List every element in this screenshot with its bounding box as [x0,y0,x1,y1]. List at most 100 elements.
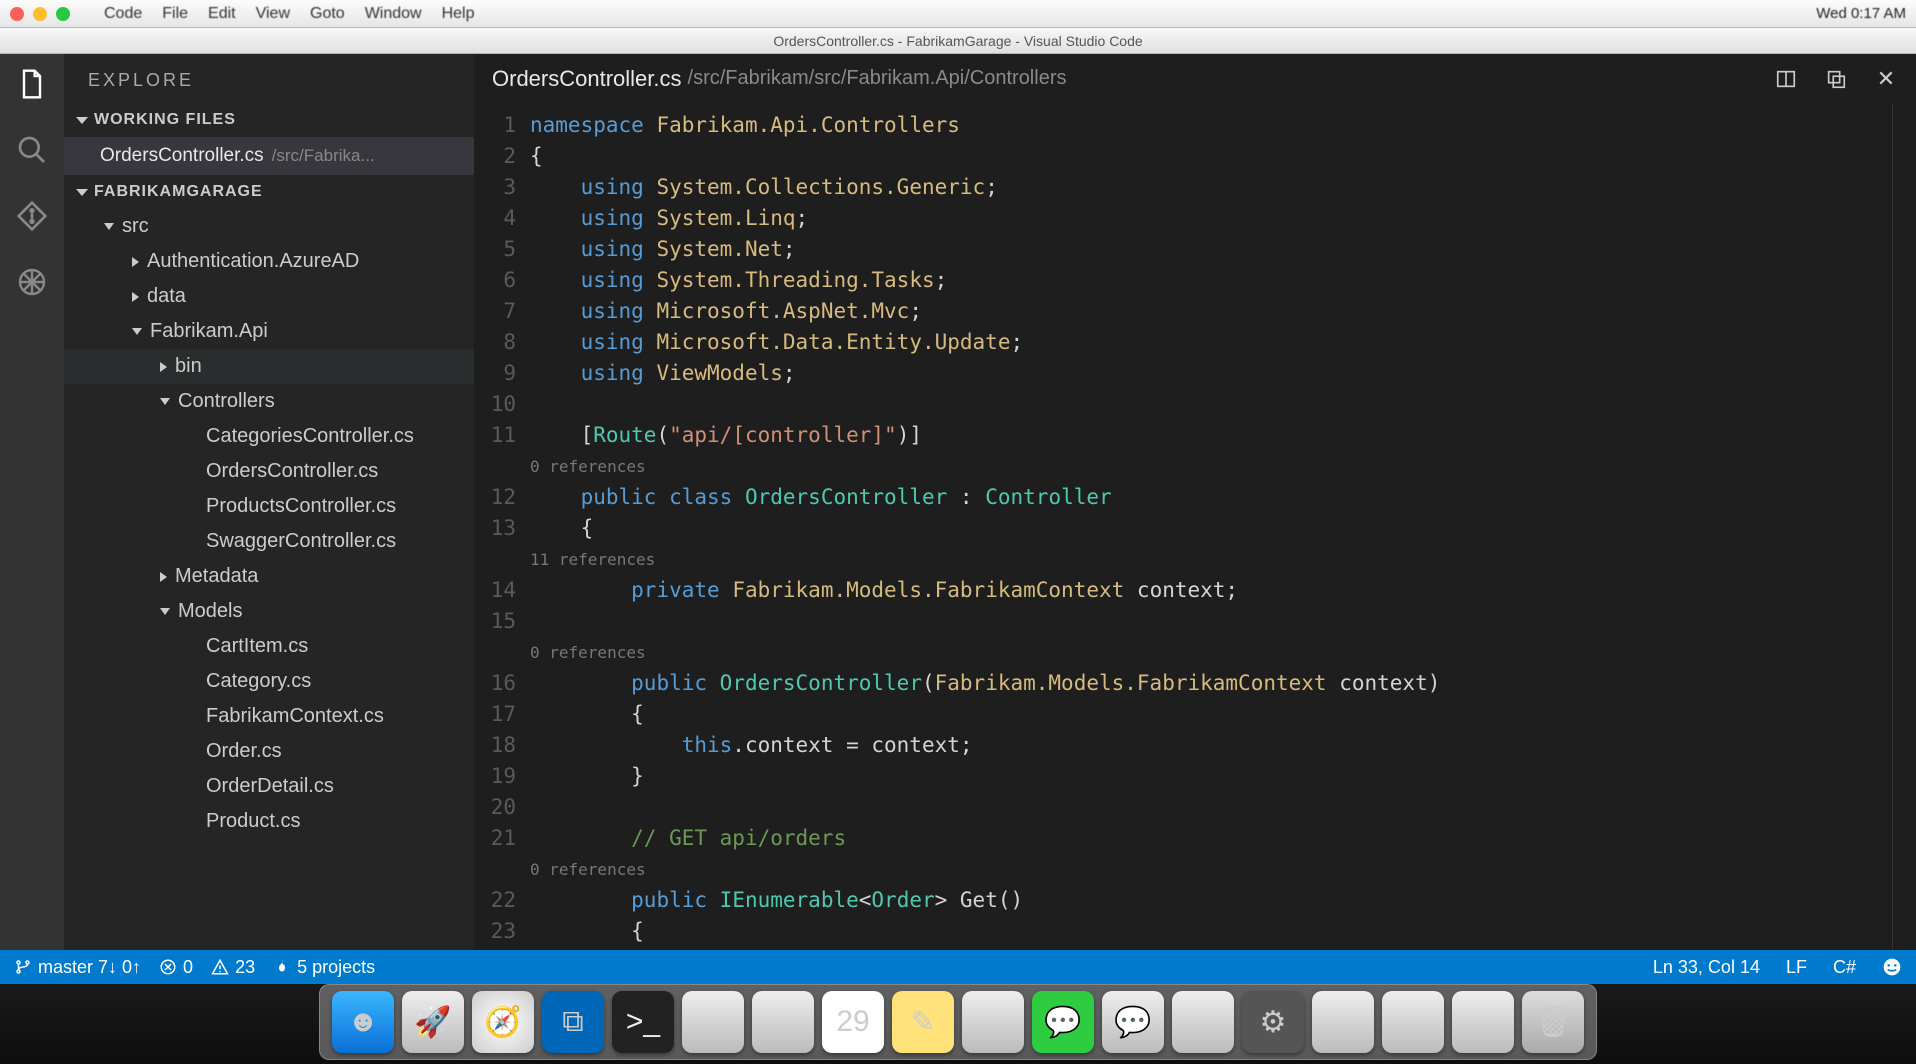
working-file-item[interactable]: OrdersController.cs /src/Fabrika... [64,137,474,175]
code-line[interactable]: public OrdersController(Fabrikam.Models.… [530,668,1567,699]
code-line[interactable]: // GET api/orders [530,823,1567,854]
file-item-orderdetail-cs[interactable]: OrderDetail.cs [64,769,474,804]
folder-item-authentication-azuread[interactable]: Authentication.AzureAD [64,244,474,279]
folder-item-fabrikam-api[interactable]: Fabrikam.Api [64,314,474,349]
code-line[interactable]: { [530,513,1567,544]
file-item-orderscontroller-cs[interactable]: OrdersController.cs [64,454,474,489]
dock-settings-icon[interactable]: ⚙ [1242,991,1304,1053]
cursor-position[interactable]: Ln 33, Col 14 [1653,957,1760,978]
app-titlebar: OrdersController.cs - FabrikamGarage - V… [0,28,1916,54]
mac-menu-edit[interactable]: Edit [198,5,246,23]
code-line[interactable]: using Microsoft.Data.Entity.Update; [530,327,1567,358]
dock-trash-icon[interactable]: 🗑 [1522,991,1584,1053]
dock-launchpad-icon[interactable]: 🚀 [402,991,464,1053]
folder-item-src[interactable]: src [64,209,474,244]
file-item-productscontroller-cs[interactable]: ProductsController.cs [64,489,474,524]
mac-menu-window[interactable]: Window [355,5,432,23]
code-line[interactable]: using System.Net; [530,234,1567,265]
code-editor[interactable]: 1234567891011 1213 1415 161718192021 222… [474,104,1916,950]
codelens[interactable]: 0 references [530,637,1567,668]
dock-terminal-icon[interactable]: >_ [612,991,674,1053]
code-line[interactable]: using System.Linq; [530,203,1567,234]
minimap[interactable] [1892,104,1916,950]
dock-app2-icon[interactable] [752,991,814,1053]
file-item-swaggercontroller-cs[interactable]: SwaggerController.cs [64,524,474,559]
dock-calendar-icon[interactable]: 29 [822,991,884,1053]
git-icon[interactable] [14,198,50,234]
folder-item-controllers[interactable]: Controllers [64,384,474,419]
code-line[interactable]: using Microsoft.AspNet.Mvc; [530,296,1567,327]
eol-indicator[interactable]: LF [1786,957,1807,978]
mac-menu-view[interactable]: View [246,5,300,23]
git-branch-status[interactable]: master 7↓ 0↑ [14,957,141,978]
warnings-status[interactable]: 23 [211,957,255,978]
code-line[interactable]: return this.context.Orders.Select(o => O… [530,947,1567,950]
code-line[interactable]: public IEnumerable<Order> Get() [530,885,1567,916]
language-indicator[interactable]: C# [1833,957,1856,978]
code-line[interactable]: using System.Collections.Generic; [530,172,1567,203]
code-line[interactable] [530,389,1567,420]
tree-item-label: CategoriesController.cs [206,425,414,448]
codelens[interactable]: 0 references [530,854,1567,885]
dock-messages-icon[interactable]: 💬 [1032,991,1094,1053]
folder-item-data[interactable]: data [64,279,474,314]
feedback-icon[interactable] [1882,957,1902,978]
mac-menu-code[interactable]: Code [94,5,152,23]
tree-item-label: Order.cs [206,740,282,763]
code-line[interactable] [530,792,1567,823]
file-item-order-cs[interactable]: Order.cs [64,734,474,769]
folder-item-bin[interactable]: bin [64,349,474,384]
dock-app1-icon[interactable] [682,991,744,1053]
dock-app7-icon[interactable] [1452,991,1514,1053]
file-item-cartitem-cs[interactable]: CartItem.cs [64,629,474,664]
code-line[interactable]: { [530,141,1567,172]
maximize-window-icon[interactable] [56,7,70,21]
more-actions-icon[interactable] [1824,67,1848,91]
dock-safari-icon[interactable]: 🧭 [472,991,534,1053]
code-line[interactable]: public class OrdersController : Controll… [530,482,1567,513]
code-line[interactable]: this.context = context; [530,730,1567,761]
code-line[interactable] [530,606,1567,637]
chevron-down-icon [132,328,142,335]
close-editor-icon[interactable]: ✕ [1874,67,1898,91]
debug-icon[interactable] [14,264,50,300]
file-item-fabrikamcontext-cs[interactable]: FabrikamContext.cs [64,699,474,734]
project-header[interactable]: FABRIKAMGARAGE [64,175,474,209]
minimize-window-icon[interactable] [33,7,47,21]
code-line[interactable]: using ViewModels; [530,358,1567,389]
close-window-icon[interactable] [10,7,24,21]
dock-messages2-icon[interactable]: 💬 [1102,991,1164,1053]
dock-app6-icon[interactable] [1382,991,1444,1053]
file-item-categoriescontroller-cs[interactable]: CategoriesController.cs [64,419,474,454]
code-line[interactable]: namespace Fabrikam.Api.Controllers [530,110,1567,141]
code-line[interactable]: { [530,916,1567,947]
codelens[interactable]: 0 references [530,451,1567,482]
file-item-category-cs[interactable]: Category.cs [64,664,474,699]
dock-finder-icon[interactable]: ☻ [332,991,394,1053]
activity-bar [0,54,64,950]
errors-status[interactable]: 0 [159,957,193,978]
codelens[interactable]: 11 references [530,544,1567,575]
code-line[interactable]: using System.Threading.Tasks; [530,265,1567,296]
dock-app5-icon[interactable] [1312,991,1374,1053]
dock-notes-icon[interactable]: ✎ [892,991,954,1053]
folder-item-models[interactable]: Models [64,594,474,629]
dock-vscode-icon[interactable]: ⧉ [542,991,604,1053]
dock-app4-icon[interactable] [1172,991,1234,1053]
code-line[interactable]: { [530,699,1567,730]
projects-status[interactable]: 5 projects [273,957,375,978]
mac-menu-help[interactable]: Help [432,5,485,23]
split-editor-icon[interactable] [1774,67,1798,91]
window-controls[interactable] [10,7,70,21]
code-line[interactable]: private Fabrikam.Models.FabrikamContext … [530,575,1567,606]
mac-menu-file[interactable]: File [152,5,198,23]
dock-app3-icon[interactable] [962,991,1024,1053]
code-line[interactable]: [Route("api/[controller]")] [530,420,1567,451]
search-icon[interactable] [14,132,50,168]
code-line[interactable]: } [530,761,1567,792]
folder-item-metadata[interactable]: Metadata [64,559,474,594]
working-files-header[interactable]: WORKING FILES [64,103,474,137]
file-item-product-cs[interactable]: Product.cs [64,804,474,839]
explorer-icon[interactable] [14,66,50,102]
mac-menu-goto[interactable]: Goto [300,5,355,23]
